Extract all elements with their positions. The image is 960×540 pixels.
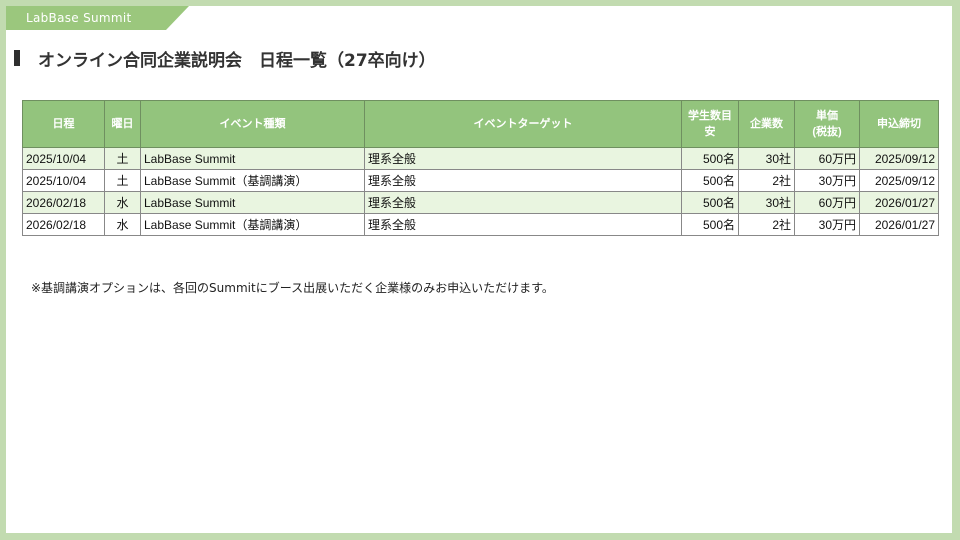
cell-deadline: 2025/09/12	[859, 169, 939, 192]
cell-price: 30万円	[794, 169, 860, 192]
title-marker	[14, 50, 20, 66]
col-header-weekday: 曜日	[104, 100, 141, 148]
table-row: 2025/10/04 土 LabBase Summit 理系全般 500名 30…	[22, 147, 939, 170]
cell-date: 2026/02/18	[22, 213, 105, 236]
cell-date: 2025/10/04	[22, 169, 105, 192]
header-row: 日程 曜日 イベント種類 イベントターゲット 学生数目安 企業数 単価 (税抜)…	[22, 100, 939, 148]
cell-companies: 2社	[738, 213, 795, 236]
col-header-deadline: 申込締切	[859, 100, 939, 148]
cell-event-target: 理系全般	[364, 147, 682, 170]
cell-event-target: 理系全般	[364, 191, 682, 214]
cell-event-type: LabBase Summit（基調講演）	[140, 169, 365, 192]
slide	[6, 6, 952, 533]
schedule-table: 日程 曜日 イベント種類 イベントターゲット 学生数目安 企業数 単価 (税抜)…	[22, 100, 939, 236]
footnote: ※基調講演オプションは、各回のSummitにブース出展いただく企業様のみお申込い…	[31, 281, 554, 295]
cell-deadline: 2025/09/12	[859, 147, 939, 170]
cell-date: 2025/10/04	[22, 147, 105, 170]
cell-event-target: 理系全般	[364, 169, 682, 192]
cell-date: 2026/02/18	[22, 191, 105, 214]
cell-weekday: 水	[104, 213, 141, 236]
cell-companies: 30社	[738, 191, 795, 214]
col-header-event-type: イベント種類	[140, 100, 365, 148]
col-header-event-target: イベントターゲット	[364, 100, 682, 148]
cell-students: 500名	[681, 213, 739, 236]
col-header-companies: 企業数	[738, 100, 795, 148]
table-row: 2026/02/18 水 LabBase Summit 理系全般 500名 30…	[22, 191, 939, 214]
cell-students: 500名	[681, 147, 739, 170]
cell-deadline: 2026/01/27	[859, 213, 939, 236]
cell-companies: 30社	[738, 147, 795, 170]
cell-event-target: 理系全般	[364, 213, 682, 236]
table-row: 2026/02/18 水 LabBase Summit（基調講演） 理系全般 5…	[22, 213, 939, 236]
brand-tag: LabBase Summit	[6, 6, 189, 30]
page-title: オンライン合同企業説明会 日程一覧（27卒向け）	[38, 50, 436, 71]
cell-weekday: 土	[104, 169, 141, 192]
cell-weekday: 水	[104, 191, 141, 214]
cell-price: 60万円	[794, 147, 860, 170]
cell-price: 60万円	[794, 191, 860, 214]
cell-weekday: 土	[104, 147, 141, 170]
cell-event-type: LabBase Summit	[140, 191, 365, 214]
table-row: 2025/10/04 土 LabBase Summit（基調講演） 理系全般 5…	[22, 169, 939, 192]
cell-deadline: 2026/01/27	[859, 191, 939, 214]
cell-event-type: LabBase Summit（基調講演）	[140, 213, 365, 236]
title-row: オンライン合同企業説明会 日程一覧（27卒向け）	[14, 44, 436, 72]
col-header-price: 単価 (税抜)	[794, 100, 860, 148]
cell-students: 500名	[681, 191, 739, 214]
cell-students: 500名	[681, 169, 739, 192]
col-header-students: 学生数目安	[681, 100, 739, 148]
cell-event-type: LabBase Summit	[140, 147, 365, 170]
cell-companies: 2社	[738, 169, 795, 192]
cell-price: 30万円	[794, 213, 860, 236]
col-header-date: 日程	[22, 100, 105, 148]
